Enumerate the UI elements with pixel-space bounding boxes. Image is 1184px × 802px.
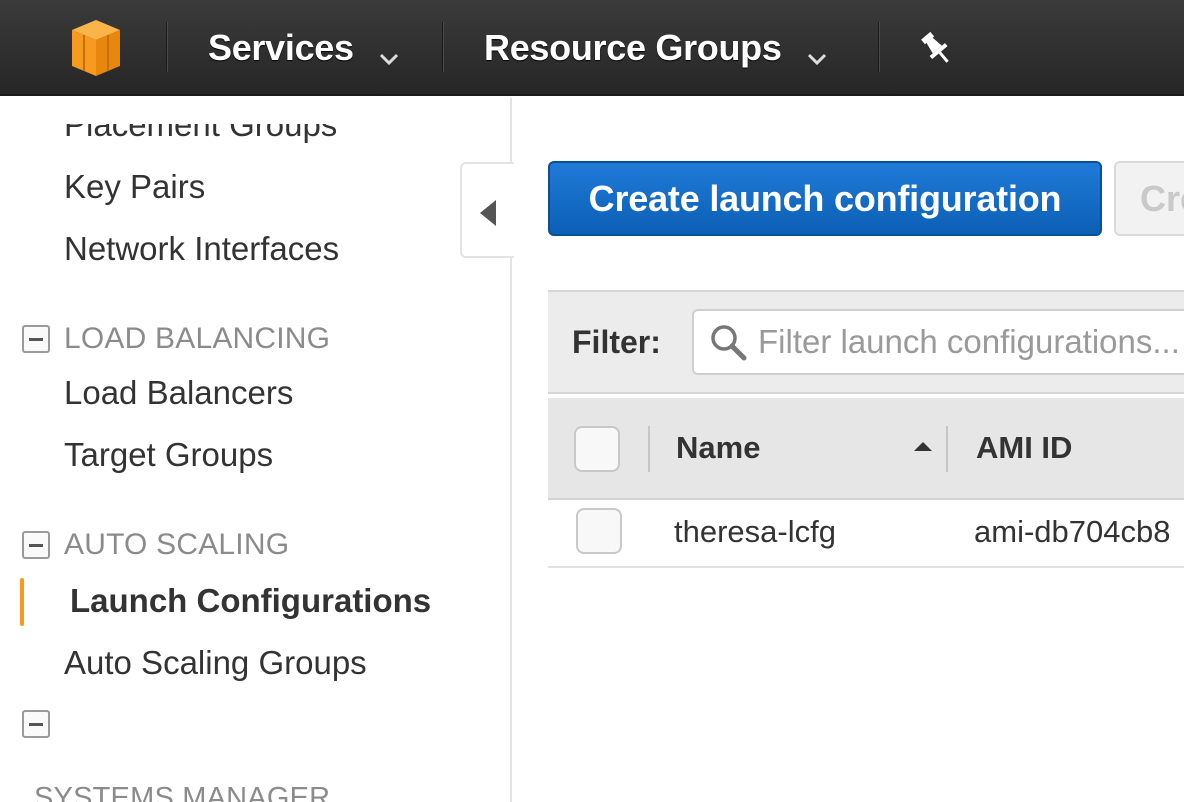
nav-divider — [166, 22, 168, 72]
select-all-checkbox[interactable] — [574, 426, 620, 472]
sidebar-header-label: AUTO SCALING — [64, 528, 290, 561]
sidebar-item-network-interfaces[interactable]: Network Interfaces — [64, 230, 339, 268]
chevron-down-icon — [806, 37, 828, 66]
sidebar-header-label: LOAD BALANCING — [64, 322, 331, 355]
resource-groups-menu[interactable]: Resource Groups — [484, 0, 828, 96]
top-navigation-bar: Services Resource Groups — [0, 0, 1184, 96]
sidebar-item-launch-configurations[interactable]: Launch Configurations — [70, 582, 431, 620]
collapse-section-icon[interactable] — [22, 710, 50, 738]
sidebar-item-load-balancers[interactable]: Load Balancers — [64, 374, 293, 412]
create-launch-configuration-button[interactable]: Create launch configuration — [548, 161, 1102, 236]
column-header-ami-id[interactable]: AMI ID — [976, 430, 1072, 466]
table-header: Name AMI ID — [548, 398, 1184, 500]
sidebar: Placement Groups Key Pairs Network Inter… — [0, 98, 512, 802]
column-divider — [648, 426, 650, 472]
sidebar-item-placement-groups[interactable]: Placement Groups — [64, 124, 337, 144]
sidebar-section-collapsed[interactable] — [22, 710, 64, 738]
cell-name: theresa-lcfg — [674, 514, 836, 549]
search-icon — [708, 322, 748, 362]
sidebar-section-systems-manager[interactable]: SYSTEMS MANAGER — [34, 782, 330, 802]
table-row[interactable]: theresa-lcfg ami-db704cb8 — [548, 500, 1184, 568]
resource-groups-label: Resource Groups — [484, 27, 782, 68]
collapse-sidebar-button[interactable] — [460, 162, 514, 258]
sort-ascending-icon[interactable] — [914, 442, 932, 451]
filter-label: Filter: — [572, 324, 661, 360]
create-secondary-button[interactable]: Create — [1114, 161, 1184, 236]
services-menu[interactable]: Services — [208, 0, 400, 96]
sidebar-item-auto-scaling-groups[interactable]: Auto Scaling Groups — [64, 644, 367, 682]
chevron-down-icon — [378, 37, 400, 66]
collapse-section-icon[interactable] — [22, 531, 50, 559]
nav-divider — [878, 22, 880, 72]
filter-input[interactable] — [758, 323, 1184, 361]
sidebar-item-target-groups[interactable]: Target Groups — [64, 436, 273, 474]
sidebar-item-key-pairs[interactable]: Key Pairs — [64, 168, 205, 206]
active-item-indicator — [20, 578, 24, 626]
sidebar-section-auto-scaling[interactable]: AUTO SCALING — [22, 528, 289, 562]
aws-cube-icon[interactable] — [60, 18, 132, 78]
sidebar-header-label: SYSTEMS MANAGER — [34, 782, 331, 802]
nav-divider — [442, 22, 444, 72]
filter-field[interactable] — [692, 309, 1184, 375]
collapse-section-icon[interactable] — [22, 325, 50, 353]
column-divider — [946, 426, 948, 472]
sidebar-section-load-balancing[interactable]: LOAD BALANCING — [22, 322, 330, 356]
cell-ami-id: ami-db704cb8 — [974, 514, 1171, 549]
services-label: Services — [208, 27, 354, 68]
caret-left-icon — [480, 200, 496, 226]
row-checkbox[interactable] — [576, 508, 622, 554]
column-header-name[interactable]: Name — [676, 430, 760, 466]
pushpin-icon[interactable] — [916, 28, 956, 68]
filter-bar: Filter: — [548, 290, 1184, 394]
